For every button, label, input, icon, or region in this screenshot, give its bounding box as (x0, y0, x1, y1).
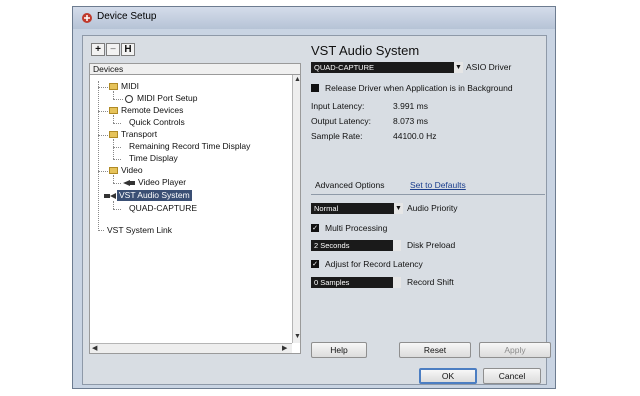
tree-line (113, 91, 114, 99)
apply-button[interactable]: Apply (479, 342, 551, 358)
release-driver-label: Release Driver when Application is in Ba… (325, 83, 513, 93)
tree-item-midi[interactable]: MIDI (121, 81, 139, 92)
tree-line (113, 183, 121, 184)
tree-line (113, 99, 123, 100)
spinner-icon[interactable] (393, 240, 401, 251)
scroll-left-icon[interactable]: ◀ (92, 345, 97, 353)
panel-title: VST Audio System (311, 43, 420, 58)
tree-line (98, 135, 108, 136)
folder-icon (109, 83, 118, 90)
tree-line (113, 175, 114, 183)
tree-line (113, 123, 121, 124)
section-divider (311, 194, 545, 195)
video-player-icon (123, 180, 135, 186)
audio-device-icon (104, 193, 116, 199)
devices-header: Devices (89, 63, 301, 75)
sample-rate-value: 44100.0 Hz (393, 131, 437, 141)
set-to-defaults-link[interactable]: Set to Defaults (410, 180, 466, 190)
title-bar: Device Setup (73, 7, 555, 29)
chevron-down-icon: ▼ (454, 62, 463, 73)
audio-priority-value: Normal (314, 204, 339, 213)
tree-item-video-player[interactable]: Video Player (138, 177, 186, 188)
tree-item-remaining-record-time[interactable]: Remaining Record Time Display (129, 141, 250, 152)
tree-item-transport[interactable]: Transport (121, 129, 157, 140)
dialog-body: + − H Devices MIDI MIDI Port Setup Remot… (82, 35, 551, 385)
scroll-right-icon[interactable]: ▶ (282, 345, 287, 353)
sample-rate-label: Sample Rate: (311, 131, 363, 141)
folder-icon (109, 167, 118, 174)
cubase-logo-icon (82, 13, 92, 23)
output-latency-label: Output Latency: (311, 116, 372, 126)
remove-device-button[interactable]: − (106, 43, 120, 56)
record-shift-value: 0 Samples (314, 278, 350, 287)
tree-line (113, 147, 121, 148)
asio-driver-dropdown[interactable]: QUAD-CAPTURE ▼ (311, 62, 463, 73)
tree-item-video[interactable]: Video (121, 165, 143, 176)
reset-device-button[interactable]: H (121, 43, 135, 56)
record-shift-label: Record Shift (407, 277, 454, 287)
tree-item-midi-port-setup[interactable]: MIDI Port Setup (137, 93, 197, 104)
ok-button[interactable]: OK (419, 368, 477, 384)
scroll-down-icon[interactable]: ▼ (294, 333, 300, 341)
tree-line (113, 139, 114, 159)
tree-vertical-scrollbar[interactable]: ▲ ▼ (292, 75, 300, 343)
audio-priority-label: Audio Priority (407, 203, 458, 213)
tree-line (98, 87, 108, 88)
disk-preload-field[interactable]: 2 Seconds (311, 240, 401, 251)
record-shift-field[interactable]: 0 Samples (311, 277, 401, 288)
tree-item-quad-capture[interactable]: QUAD-CAPTURE (129, 203, 197, 214)
disk-preload-value: 2 Seconds (314, 241, 350, 250)
tree-horizontal-scrollbar[interactable]: ◀ ▶ (90, 343, 292, 353)
tree-line (113, 201, 114, 209)
input-latency-value: 3.991 ms (393, 101, 428, 111)
tree-item-remote-devices[interactable]: Remote Devices (121, 105, 183, 116)
chevron-down-icon: ▼ (394, 203, 403, 214)
adjust-record-latency-checkbox[interactable]: ✓ (311, 260, 319, 268)
window-title: Device Setup (97, 11, 157, 22)
tree-item-time-display[interactable]: Time Display (129, 153, 178, 164)
asio-driver-value: QUAD-CAPTURE (314, 63, 375, 72)
add-device-button[interactable]: + (91, 43, 105, 56)
asio-driver-label: ASIO Driver (466, 62, 512, 72)
tree-line (113, 115, 114, 123)
spinner-icon[interactable] (393, 277, 401, 288)
cancel-button[interactable]: Cancel (483, 368, 541, 384)
reset-button[interactable]: Reset (399, 342, 471, 358)
scroll-up-icon[interactable]: ▲ (294, 76, 300, 84)
tree-item-vst-audio-system[interactable]: VST Audio System (117, 190, 192, 201)
folder-icon (109, 107, 118, 114)
release-driver-checkbox[interactable] (311, 84, 319, 92)
midi-port-icon (125, 95, 133, 103)
tree-line (113, 209, 121, 210)
output-latency-value: 8.073 ms (393, 116, 428, 126)
tree-line (98, 171, 108, 172)
tree-item-quick-controls[interactable]: Quick Controls (129, 117, 185, 128)
devices-tree[interactable]: MIDI MIDI Port Setup Remote Devices Quic… (89, 75, 301, 354)
tree-line (98, 230, 104, 231)
folder-icon (109, 131, 118, 138)
adjust-record-latency-label: Adjust for Record Latency (325, 259, 423, 269)
help-button[interactable]: Help (311, 342, 367, 358)
tree-line (98, 111, 108, 112)
tree-line (98, 81, 99, 231)
disk-preload-label: Disk Preload (407, 240, 456, 250)
audio-priority-dropdown[interactable]: Normal ▼ (311, 203, 403, 214)
multi-processing-checkbox[interactable]: ✓ (311, 224, 319, 232)
input-latency-label: Input Latency: (311, 101, 365, 111)
tree-item-vst-system-link[interactable]: VST System Link (107, 225, 172, 236)
multi-processing-label: Multi Processing (325, 223, 388, 233)
advanced-options-label: Advanced Options (315, 180, 385, 190)
device-setup-window: Device Setup + − H Devices MIDI MIDI Por… (72, 6, 556, 389)
tree-line (113, 159, 121, 160)
